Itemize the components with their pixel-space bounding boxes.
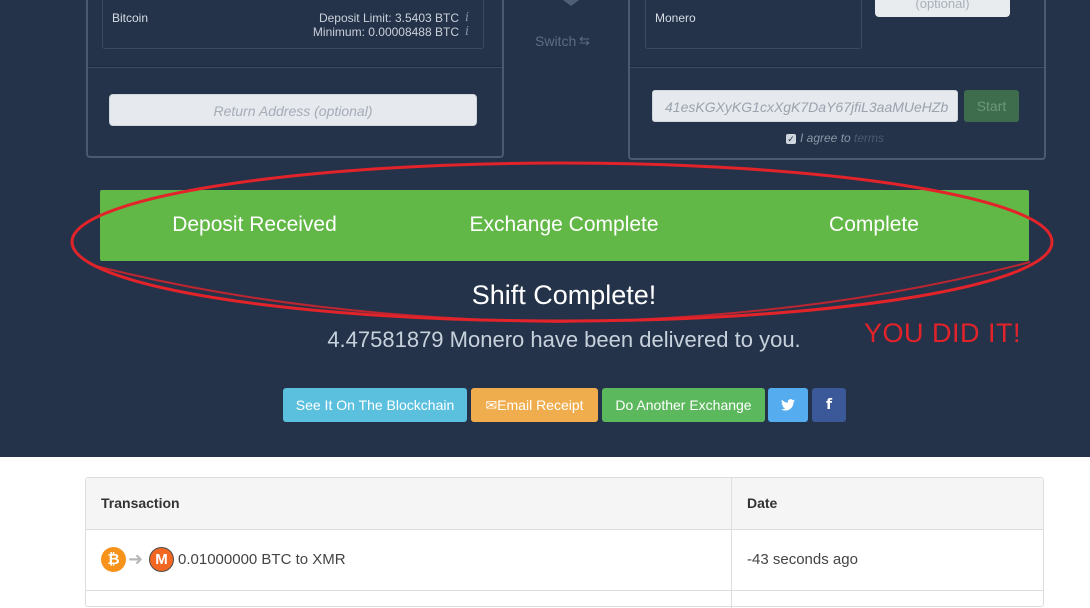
do-another-exchange-button[interactable]: Do Another Exchange [602,388,765,422]
monero-icon: M [149,547,174,572]
email-receipt-button[interactable]: ✉Email Receipt [471,388,598,422]
twitter-icon [781,399,795,411]
table-row[interactable]: ₿ ➜ M 0.01000000 BTC to XMR -43 seconds … [86,530,1043,591]
see-on-blockchain-button[interactable]: See It On The Blockchain [283,388,467,422]
email-receipt-label: Email Receipt [497,397,584,413]
envelope-icon: ✉ [485,397,498,413]
arrow-right-icon: ➜ [128,549,144,569]
transactions-table: Transaction Date ₿ ➜ M 0.01000000 BTC to… [85,477,1044,608]
transaction-description: 0.01000000 BTC to XMR [178,551,346,568]
header-transaction: Transaction [101,495,180,511]
facebook-icon: f [825,397,833,413]
facebook-share-button[interactable]: f [812,388,846,422]
exchange-hero: Bitcoin Deposit Limit: 3.5403 BTC Minimu… [0,0,1090,457]
header-date: Date [747,495,778,511]
transaction-date: -43 seconds ago [747,551,858,568]
bitcoin-icon: ₿ [101,547,126,572]
table-header: Transaction Date [86,478,1043,530]
you-did-it-annotation: YOU DID IT! [864,318,1022,348]
twitter-share-button[interactable] [768,388,808,422]
